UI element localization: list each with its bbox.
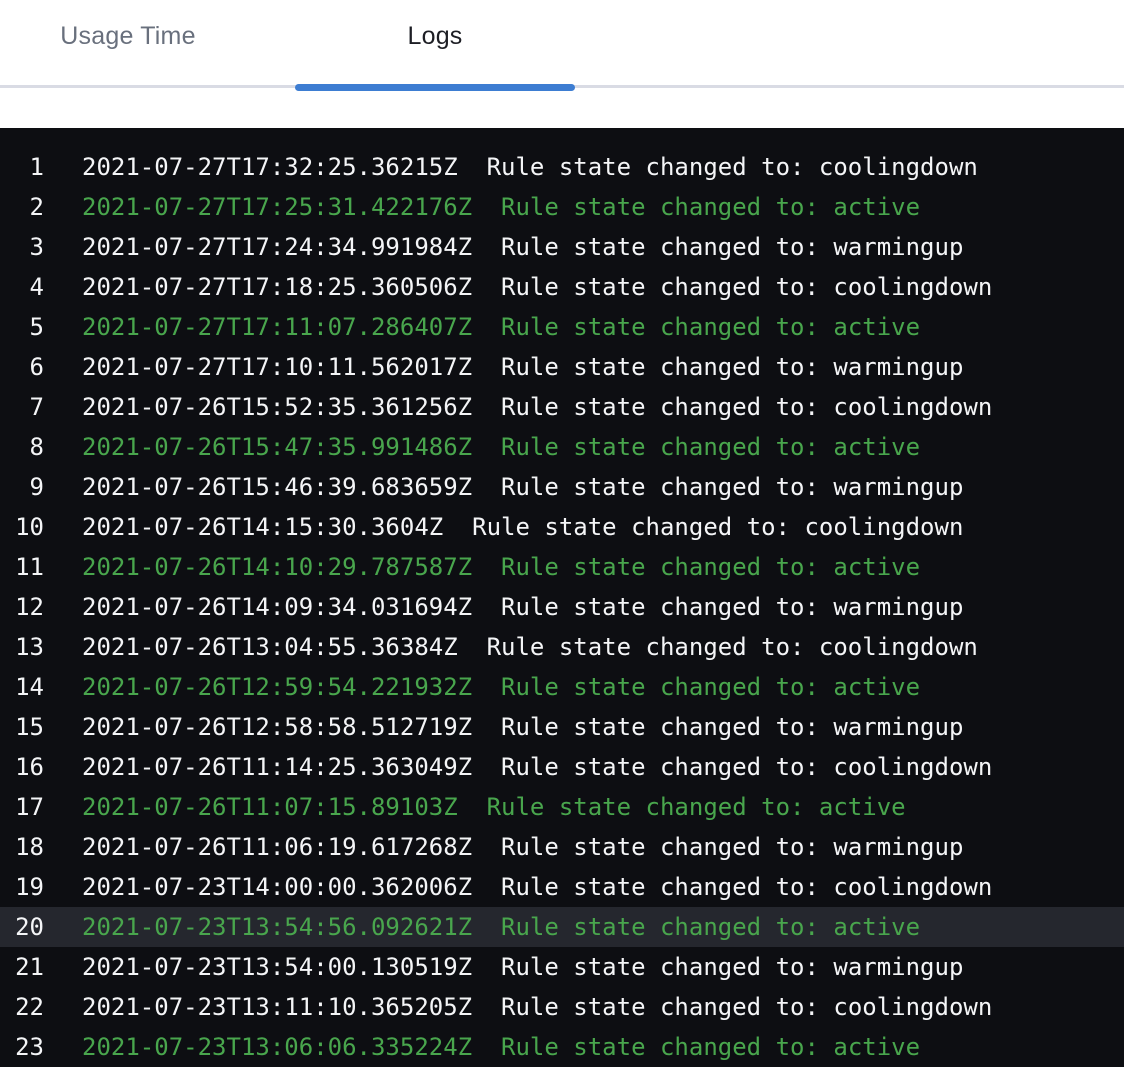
line-number: 19 xyxy=(0,867,44,907)
log-message: Rule state changed to: active xyxy=(501,553,920,581)
log-timestamp: 2021-07-23T14:00:00.362006Z xyxy=(82,873,472,901)
log-row[interactable]: 3 2021-07-27T17:24:34.991984Z Rule state … xyxy=(0,227,1124,267)
log-message: Rule state changed to: coolingdown xyxy=(501,753,992,781)
log-message: Rule state changed to: active xyxy=(501,313,920,341)
line-number: 1 xyxy=(0,147,44,187)
log-message: Rule state changed to: active xyxy=(501,193,920,221)
log-timestamp: 2021-07-23T13:06:06.335224Z xyxy=(82,1033,472,1061)
tab-content-gap xyxy=(0,88,1124,128)
log-message: Rule state changed to: active xyxy=(501,913,920,941)
line-number: 14 xyxy=(0,667,44,707)
line-number: 3 xyxy=(0,227,44,267)
log-message: Rule state changed to: warmingup xyxy=(501,593,963,621)
log-timestamp: 2021-07-27T17:32:25.36215Z xyxy=(82,153,458,181)
log-timestamp: 2021-07-27T17:24:34.991984Z xyxy=(82,233,472,261)
line-number: 2 xyxy=(0,187,44,227)
log-message: Rule state changed to: warmingup xyxy=(501,473,963,501)
log-timestamp: 2021-07-26T13:04:55.36384Z xyxy=(82,633,458,661)
log-message: Rule state changed to: warmingup xyxy=(501,833,963,861)
log-row[interactable]: 12 2021-07-26T14:09:34.031694Z Rule state… xyxy=(0,587,1124,627)
tab-bar: Usage Time Logs xyxy=(0,0,1124,88)
log-message: Rule state changed to: active xyxy=(501,1033,920,1061)
log-timestamp: 2021-07-26T14:15:30.3604Z xyxy=(82,513,443,541)
line-number: 21 xyxy=(0,947,44,987)
log-timestamp: 2021-07-26T15:52:35.361256Z xyxy=(82,393,472,421)
log-message: Rule state changed to: active xyxy=(501,673,920,701)
log-message: Rule state changed to: active xyxy=(501,433,920,461)
log-timestamp: 2021-07-26T15:47:35.991486Z xyxy=(82,433,472,461)
line-number: 13 xyxy=(0,627,44,667)
log-row[interactable]: 22 2021-07-23T13:11:10.365205Z Rule state… xyxy=(0,987,1124,1027)
line-number: 17 xyxy=(0,787,44,827)
log-row[interactable]: 8 2021-07-26T15:47:35.991486Z Rule state … xyxy=(0,427,1124,467)
tab-logs-label: Logs xyxy=(407,22,462,88)
log-timestamp: 2021-07-27T17:10:11.562017Z xyxy=(82,353,472,381)
log-row[interactable]: 2 2021-07-27T17:25:31.422176Z Rule state … xyxy=(0,187,1124,227)
log-row[interactable]: 17 2021-07-26T11:07:15.89103Z Rule state … xyxy=(0,787,1124,827)
log-message: Rule state changed to: coolingdown xyxy=(501,393,992,421)
log-row[interactable]: 10 2021-07-26T14:15:30.3604Z Rule state c… xyxy=(0,507,1124,547)
log-message: Rule state changed to: warmingup xyxy=(501,953,963,981)
log-message: Rule state changed to: warmingup xyxy=(501,713,963,741)
log-row[interactable]: 4 2021-07-27T17:18:25.360506Z Rule state … xyxy=(0,267,1124,307)
tab-usage-time-label: Usage Time xyxy=(60,22,195,88)
log-timestamp: 2021-07-27T17:18:25.360506Z xyxy=(82,273,472,301)
line-number: 12 xyxy=(0,587,44,627)
log-message: Rule state changed to: active xyxy=(487,793,906,821)
log-row[interactable]: 21 2021-07-23T13:54:00.130519Z Rule state… xyxy=(0,947,1124,987)
line-number: 4 xyxy=(0,267,44,307)
line-number: 20 xyxy=(0,907,44,947)
log-message: Rule state changed to: coolingdown xyxy=(501,993,992,1021)
log-row[interactable]: 13 2021-07-26T13:04:55.36384Z Rule state … xyxy=(0,627,1124,667)
tab-logs[interactable]: Logs xyxy=(295,22,575,88)
log-timestamp: 2021-07-27T17:11:07.286407Z xyxy=(82,313,472,341)
line-number: 5 xyxy=(0,307,44,347)
line-number: 7 xyxy=(0,387,44,427)
log-timestamp: 2021-07-26T11:06:19.617268Z xyxy=(82,833,472,861)
line-number: 9 xyxy=(0,467,44,507)
log-timestamp: 2021-07-23T13:54:00.130519Z xyxy=(82,953,472,981)
log-row[interactable]: 11 2021-07-26T14:10:29.787587Z Rule state… xyxy=(0,547,1124,587)
log-message: Rule state changed to: coolingdown xyxy=(501,873,992,901)
line-number: 6 xyxy=(0,347,44,387)
line-number: 22 xyxy=(0,987,44,1027)
log-message: Rule state changed to: coolingdown xyxy=(472,513,963,541)
log-row[interactable]: 15 2021-07-26T12:58:58.512719Z Rule state… xyxy=(0,707,1124,747)
log-message: Rule state changed to: coolingdown xyxy=(487,633,978,661)
log-timestamp: 2021-07-26T12:58:58.512719Z xyxy=(82,713,472,741)
log-row[interactable]: 7 2021-07-26T15:52:35.361256Z Rule state … xyxy=(0,387,1124,427)
log-timestamp: 2021-07-27T17:25:31.422176Z xyxy=(82,193,472,221)
log-timestamp: 2021-07-26T11:14:25.363049Z xyxy=(82,753,472,781)
log-console[interactable]: 1 2021-07-27T17:32:25.36215Z Rule state c… xyxy=(0,128,1124,1067)
log-row[interactable]: 1 2021-07-27T17:32:25.36215Z Rule state c… xyxy=(0,147,1124,187)
log-row[interactable]: 14 2021-07-26T12:59:54.221932Z Rule state… xyxy=(0,667,1124,707)
line-number: 16 xyxy=(0,747,44,787)
log-timestamp: 2021-07-23T13:54:56.092621Z xyxy=(82,913,472,941)
log-timestamp: 2021-07-26T11:07:15.89103Z xyxy=(82,793,458,821)
log-timestamp: 2021-07-26T15:46:39.683659Z xyxy=(82,473,472,501)
log-row[interactable]: 6 2021-07-27T17:10:11.562017Z Rule state … xyxy=(0,347,1124,387)
log-row[interactable]: 23 2021-07-23T13:06:06.335224Z Rule state… xyxy=(0,1027,1124,1067)
log-message: Rule state changed to: warmingup xyxy=(501,233,963,261)
log-row[interactable]: 20 2021-07-23T13:54:56.092621Z Rule state… xyxy=(0,907,1124,947)
log-row[interactable]: 18 2021-07-26T11:06:19.617268Z Rule state… xyxy=(0,827,1124,867)
log-message: Rule state changed to: warmingup xyxy=(501,353,963,381)
line-number: 10 xyxy=(0,507,44,547)
line-number: 15 xyxy=(0,707,44,747)
log-row[interactable]: 16 2021-07-26T11:14:25.363049Z Rule state… xyxy=(0,747,1124,787)
log-timestamp: 2021-07-23T13:11:10.365205Z xyxy=(82,993,472,1021)
log-row[interactable]: 19 2021-07-23T14:00:00.362006Z Rule state… xyxy=(0,867,1124,907)
log-row[interactable]: 9 2021-07-26T15:46:39.683659Z Rule state … xyxy=(0,467,1124,507)
line-number: 11 xyxy=(0,547,44,587)
log-timestamp: 2021-07-26T14:10:29.787587Z xyxy=(82,553,472,581)
tab-usage-time[interactable]: Usage Time xyxy=(16,22,240,88)
line-number: 8 xyxy=(0,427,44,467)
line-number: 23 xyxy=(0,1027,44,1067)
line-number: 18 xyxy=(0,827,44,867)
log-row[interactable]: 5 2021-07-27T17:11:07.286407Z Rule state … xyxy=(0,307,1124,347)
log-message: Rule state changed to: coolingdown xyxy=(501,273,992,301)
log-timestamp: 2021-07-26T14:09:34.031694Z xyxy=(82,593,472,621)
log-timestamp: 2021-07-26T12:59:54.221932Z xyxy=(82,673,472,701)
log-message: Rule state changed to: coolingdown xyxy=(487,153,978,181)
